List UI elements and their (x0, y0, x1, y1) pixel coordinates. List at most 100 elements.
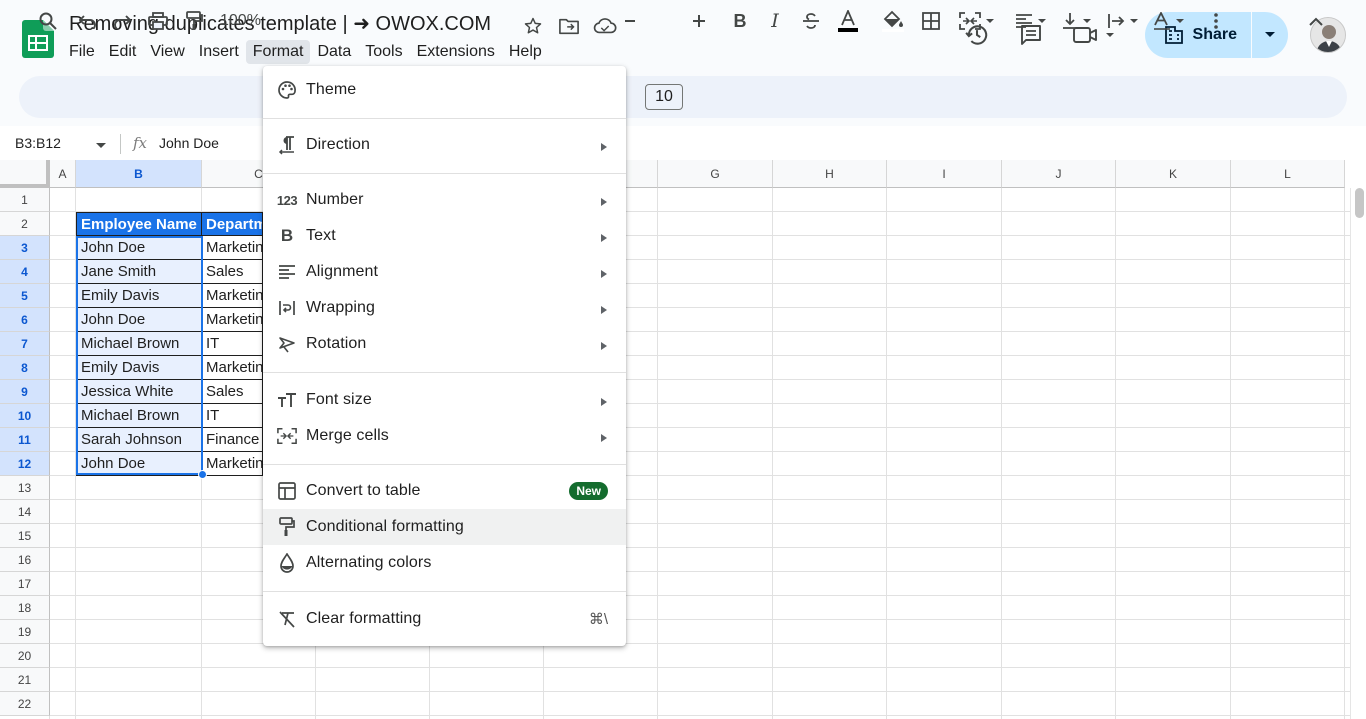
strikethrough-icon[interactable] (799, 8, 823, 34)
column-header-b[interactable]: B (76, 160, 202, 188)
borders-icon[interactable] (918, 8, 944, 34)
cell-department[interactable]: IT (202, 332, 263, 356)
column-header-l[interactable]: L (1231, 160, 1345, 188)
name-box[interactable]: B3:B12 (15, 135, 61, 151)
row-header-19[interactable]: 19 (0, 620, 50, 644)
column-header-i[interactable]: I (887, 160, 1002, 188)
cell-employee-name[interactable]: Emily Davis (76, 284, 202, 308)
row-header-11[interactable]: 11 (0, 428, 50, 452)
merge-cells-icon[interactable] (955, 8, 999, 34)
menu-insert[interactable]: Insert (192, 40, 246, 64)
font-size-input[interactable]: 10 (645, 84, 683, 110)
menu-item-theme[interactable]: Theme (263, 72, 626, 108)
row-header-1[interactable]: 1 (0, 188, 50, 212)
search-menus-icon[interactable] (36, 8, 60, 34)
star-icon[interactable] (520, 13, 546, 39)
column-header-j[interactable]: J (1002, 160, 1116, 188)
cell-department[interactable]: Marketin (202, 308, 263, 332)
horizontal-align-icon[interactable] (1012, 8, 1050, 34)
menu-help[interactable]: Help (502, 40, 549, 64)
menu-item-font-size[interactable]: Font size (263, 382, 626, 418)
scrollbar-thumb[interactable] (1355, 188, 1364, 218)
cell-department[interactable]: Marketin (202, 452, 263, 476)
row-header-20[interactable]: 20 (0, 644, 50, 668)
row-header-9[interactable]: 9 (0, 380, 50, 404)
cloud-saved-icon[interactable] (592, 13, 618, 39)
row-header-8[interactable]: 8 (0, 356, 50, 380)
column-header-a[interactable]: A (50, 160, 76, 188)
text-wrapping-icon[interactable] (1104, 8, 1142, 34)
row-header-21[interactable]: 21 (0, 668, 50, 692)
row-header-3[interactable]: 3 (0, 236, 50, 260)
menu-data[interactable]: Data (310, 40, 358, 64)
increase-font-size-icon[interactable] (688, 8, 710, 34)
row-header-4[interactable]: 4 (0, 260, 50, 284)
print-icon[interactable] (146, 8, 170, 34)
paint-format-icon[interactable] (182, 8, 206, 34)
select-all-corner[interactable] (0, 160, 50, 188)
share-dropdown-button[interactable] (1252, 12, 1288, 58)
row-header-14[interactable]: 14 (0, 500, 50, 524)
cell-employee-name[interactable]: John Doe (76, 308, 202, 332)
cell-department[interactable]: Marketin (202, 356, 263, 380)
cell-employee-name[interactable]: Michael Brown (76, 332, 202, 356)
menu-item-alignment[interactable]: Alignment (263, 254, 626, 290)
menu-extensions[interactable]: Extensions (410, 40, 502, 64)
column-header-k[interactable]: K (1116, 160, 1231, 188)
header-cell-department[interactable]: Departm (202, 212, 263, 236)
cell-department[interactable]: Sales (202, 260, 263, 284)
fill-color-icon[interactable] (880, 8, 906, 34)
row-header-2[interactable]: 2 (0, 212, 50, 236)
row-header-16[interactable]: 16 (0, 548, 50, 572)
zoom-select[interactable]: 100% (220, 8, 264, 34)
cell-employee-name[interactable]: John Doe (76, 236, 202, 260)
name-box-dropdown-icon[interactable] (96, 136, 106, 154)
more-options-icon[interactable] (1206, 8, 1226, 34)
undo-icon[interactable] (76, 8, 100, 34)
cell-employee-name[interactable]: Michael Brown (76, 404, 202, 428)
move-folder-icon[interactable] (556, 13, 582, 39)
cell-employee-name[interactable]: Sarah Johnson (76, 428, 202, 452)
row-header-10[interactable]: 10 (0, 404, 50, 428)
menu-item-text[interactable]: B Text (263, 218, 626, 254)
vertical-align-icon[interactable] (1058, 8, 1096, 34)
menu-item-rotation[interactable]: Rotation (263, 326, 626, 362)
row-header-5[interactable]: 5 (0, 284, 50, 308)
menu-item-conditional-formatting[interactable]: Conditional formatting (263, 509, 626, 545)
menu-item-direction[interactable]: Direction (263, 127, 626, 163)
menu-item-wrapping[interactable]: Wrapping (263, 290, 626, 326)
collapse-toolbar-icon[interactable] (1304, 8, 1328, 34)
cell-employee-name[interactable]: John Doe (76, 452, 202, 476)
decrease-font-size-icon[interactable] (622, 8, 636, 34)
column-header-g[interactable]: G (658, 160, 773, 188)
menu-format[interactable]: Format (245, 40, 311, 64)
menu-item-clear-formatting[interactable]: Clear formatting ⌘\ (263, 601, 626, 637)
row-header-22[interactable]: 22 (0, 692, 50, 716)
menu-view[interactable]: View (143, 40, 191, 64)
italic-icon[interactable]: I (763, 8, 787, 34)
row-header-6[interactable]: 6 (0, 308, 50, 332)
row-header-7[interactable]: 7 (0, 332, 50, 356)
formula-input[interactable]: John Doe (159, 135, 219, 151)
menu-item-alternating-colors[interactable]: Alternating colors (263, 545, 626, 581)
menu-tools[interactable]: Tools (358, 40, 409, 64)
header-cell-employee-name[interactable]: Employee Name (76, 212, 202, 236)
menu-edit[interactable]: Edit (102, 40, 144, 64)
cell-department[interactable]: Marketin (202, 284, 263, 308)
cell-department[interactable]: Sales (202, 380, 263, 404)
bold-icon[interactable]: B (728, 8, 752, 34)
row-header-15[interactable]: 15 (0, 524, 50, 548)
menu-item-merge-cells[interactable]: Merge cells (263, 418, 626, 454)
menu-item-number[interactable]: 123 Number (263, 182, 626, 218)
cell-department[interactable]: IT (202, 404, 263, 428)
cell-department[interactable]: Finance (202, 428, 263, 452)
menu-file[interactable]: File (62, 40, 102, 64)
row-header-18[interactable]: 18 (0, 596, 50, 620)
cell-employee-name[interactable]: Jessica White (76, 380, 202, 404)
vertical-scrollbar[interactable] (1350, 188, 1366, 719)
text-rotation-icon[interactable] (1150, 8, 1188, 34)
row-header-17[interactable]: 17 (0, 572, 50, 596)
cell-department[interactable]: Marketin (202, 236, 263, 260)
redo-icon[interactable] (110, 8, 134, 34)
text-color-icon[interactable] (834, 8, 862, 34)
